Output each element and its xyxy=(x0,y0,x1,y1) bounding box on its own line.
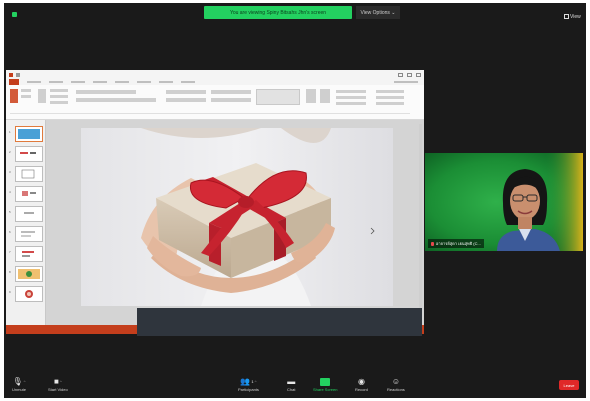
share-screen-label: Share Screen xyxy=(313,387,338,392)
leave-button[interactable]: Leave xyxy=(559,380,579,390)
thumb-number: 4 xyxy=(9,190,11,194)
slide-thumbnail-panel: 1 2 3 4 5 6 7 8 9 xyxy=(6,120,46,325)
muted-mic-icon xyxy=(431,241,434,246)
thumb-number: 6 xyxy=(9,230,11,234)
unmute-label: Unmute xyxy=(12,387,27,392)
ppt-editing-area: 1 2 3 4 5 6 7 8 9 xyxy=(6,120,424,325)
grid-view-icon xyxy=(564,14,569,19)
powerpoint-logo-icon xyxy=(9,72,13,77)
participants-icon: 👥 xyxy=(240,376,251,386)
slide-scrollbar[interactable] xyxy=(419,124,422,314)
slide-thumbnail[interactable] xyxy=(15,246,43,262)
slide-thumbnail[interactable] xyxy=(15,206,43,222)
record-icon: ◉ xyxy=(357,376,365,386)
slide-thumbnail[interactable] xyxy=(15,126,43,142)
screen-share-banner: You are viewing Spiny Bitsahs Jhn's scre… xyxy=(204,6,352,19)
chevron-up-icon[interactable]: ^ xyxy=(60,377,62,387)
security-shield-icon[interactable] xyxy=(12,12,17,17)
window-controls xyxy=(398,72,421,77)
thumb-number: 1 xyxy=(9,130,11,134)
current-slide-gift-photo xyxy=(81,128,393,306)
shared-powerpoint-window: 1 2 3 4 5 6 7 8 9 xyxy=(6,70,424,334)
thumb-number: 8 xyxy=(9,270,11,274)
meeting-toolbar: 🎙 ^ Unmute ■ ^ Start Video 👥 1 ^ Participant… xyxy=(4,372,586,398)
view-button[interactable]: View xyxy=(564,12,582,21)
reactions-button[interactable]: ☺ Reactions xyxy=(387,376,405,393)
chevron-up-icon[interactable]: ^ xyxy=(24,377,26,387)
participant-name: อาจารย์สุดา เธนสุทธิ (C... xyxy=(436,241,481,246)
slide-thumbnail[interactable] xyxy=(15,186,43,202)
share-screen-icon xyxy=(320,377,331,386)
thumb-number: 9 xyxy=(9,290,11,294)
participants-button[interactable]: 👥 1 ^ Participants xyxy=(238,376,259,393)
participants-count: 1 xyxy=(251,378,254,384)
reactions-label: Reactions xyxy=(387,387,405,392)
participants-label: Participants xyxy=(238,387,259,392)
record-label: Record xyxy=(355,387,368,392)
unmute-button[interactable]: 🎙 ^ Unmute xyxy=(12,376,27,393)
participant-name-label: อาจารย์สุดา เธนสุทธิ (C... xyxy=(428,239,484,248)
participant-video-image xyxy=(425,153,583,251)
thumb-number: 2 xyxy=(9,150,11,154)
save-icon xyxy=(16,72,20,77)
start-video-label: Start Video xyxy=(48,387,68,392)
chat-button[interactable]: ▬ Chat xyxy=(287,376,296,393)
ppt-ribbon xyxy=(6,85,424,120)
slide-thumbnail[interactable] xyxy=(15,286,43,302)
thumb-number: 7 xyxy=(9,250,11,254)
share-screen-button[interactable]: Share Screen xyxy=(313,376,337,392)
reactions-smiley-icon: ☺ xyxy=(391,376,400,386)
thumb-number: 5 xyxy=(9,210,11,214)
view-button-label: View xyxy=(570,13,581,20)
chevron-up-icon[interactable]: ^ xyxy=(255,377,257,387)
chat-bubble-icon: ▬ xyxy=(287,376,296,386)
ppt-title-bar xyxy=(6,70,424,79)
microphone-icon: 🎙 xyxy=(12,376,23,386)
view-options-button[interactable]: View Options ⌄ xyxy=(356,6,400,19)
slide-thumbnail[interactable] xyxy=(15,166,43,182)
ppt-user-name xyxy=(394,81,418,83)
slide-thumbnail[interactable] xyxy=(15,226,43,242)
screen-share-overlay-bar xyxy=(137,308,422,336)
slide-thumbnail[interactable] xyxy=(15,146,43,162)
zoom-meeting-window: You are viewing Spiny Bitsahs Jhn's scre… xyxy=(4,3,586,398)
chat-label: Chat xyxy=(287,387,296,392)
thumb-number: 3 xyxy=(9,170,11,174)
slide-thumbnail[interactable] xyxy=(15,266,43,282)
record-button[interactable]: ◉ Record xyxy=(355,376,368,393)
participant-video-tile[interactable]: อาจารย์สุดา เธนสุทธิ (C... xyxy=(425,153,583,251)
video-camera-icon: ■ xyxy=(53,376,59,386)
start-video-button[interactable]: ■ ^ Start Video xyxy=(48,376,68,393)
